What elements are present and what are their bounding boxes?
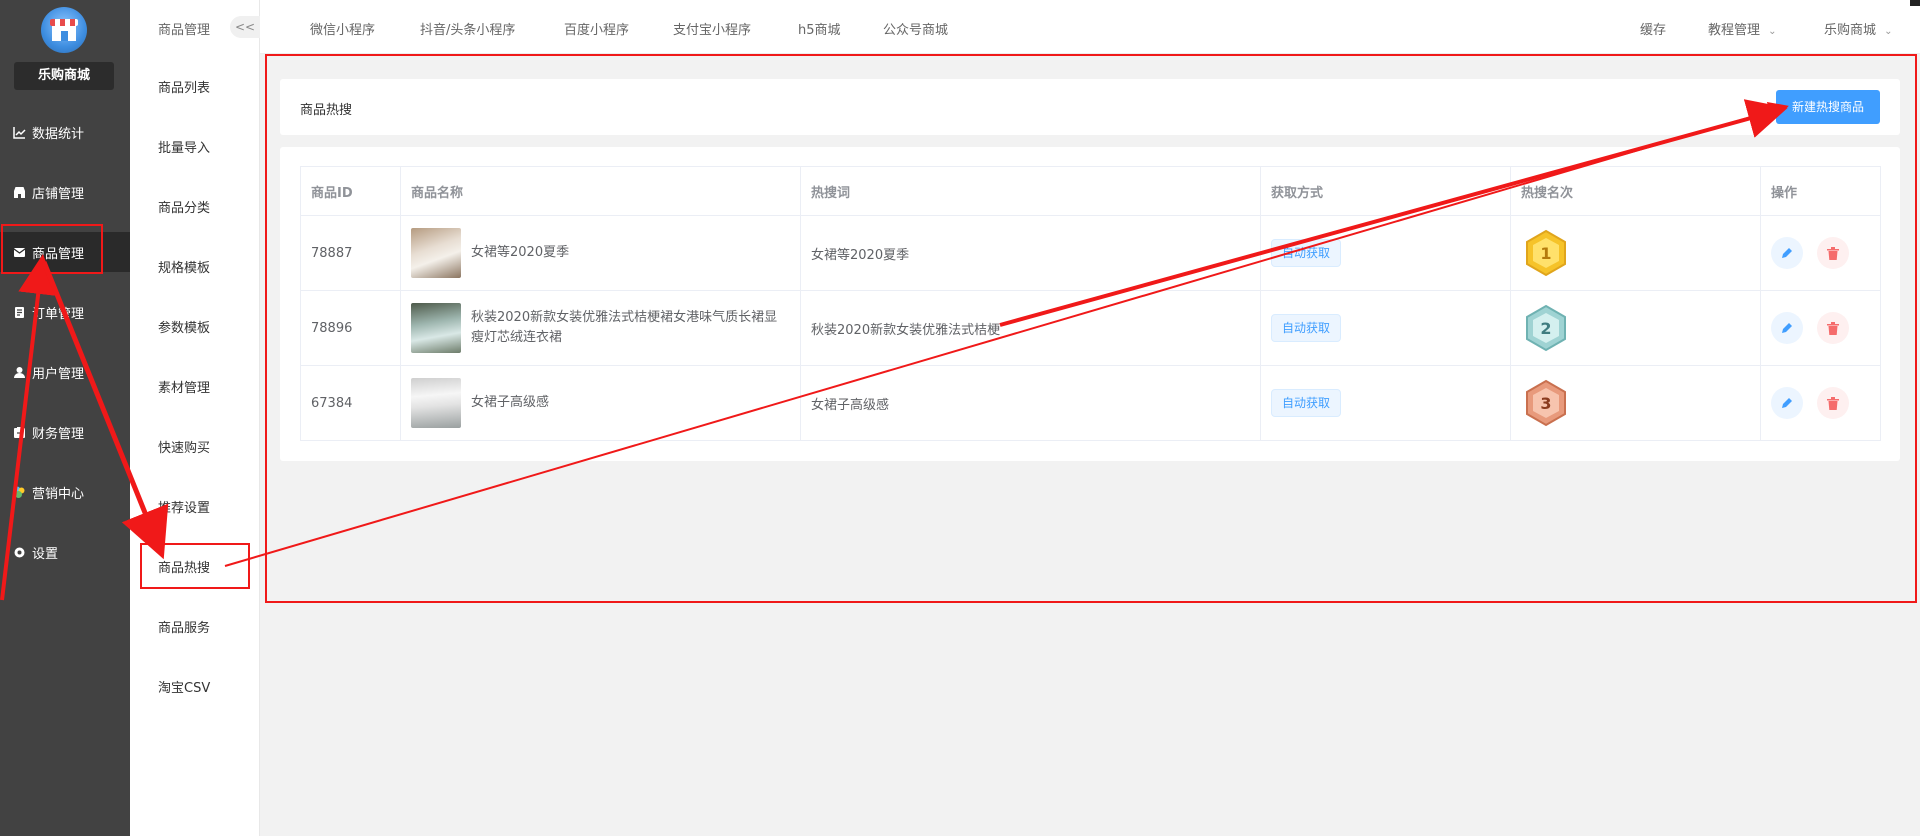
- chart-line-icon: [12, 125, 26, 139]
- tab-h5-mall[interactable]: h5商城: [798, 19, 841, 38]
- store-menu[interactable]: 乐购商城 ⌄: [1824, 19, 1893, 38]
- cache-link[interactable]: 缓存: [1640, 19, 1666, 38]
- store-logo: [41, 7, 87, 53]
- marketing-icon: [12, 485, 26, 499]
- nav-item-settings[interactable]: 设置: [0, 532, 130, 572]
- chevron-down-icon: ⌄: [1768, 26, 1777, 37]
- gear-icon: [12, 545, 26, 559]
- sub-sidebar-title: 商品管理: [158, 23, 211, 38]
- top-bar: 微信小程序 抖音/头条小程序 百度小程序 支付宝小程序 h5商城 公众号商城 缓…: [260, 0, 1920, 54]
- annotation-box-content: [265, 54, 1917, 603]
- tutorial-menu-label: 教程管理: [1708, 23, 1761, 38]
- sub-sidebar: 商品管理 << 商品列表 批量导入 商品分类 规格模板 参数模板 素材管理 快速…: [130, 0, 260, 836]
- shop-icon: [12, 185, 26, 199]
- nav-item-label: 设置: [32, 546, 59, 562]
- sub-item-recommend[interactable]: 推荐设置: [130, 489, 260, 529]
- finance-icon: [12, 425, 26, 439]
- sub-item-quick-buy[interactable]: 快速购买: [130, 429, 260, 469]
- corner-mark: [1910, 0, 1920, 6]
- sub-item-material[interactable]: 素材管理: [130, 369, 260, 409]
- annotation-box-goods-nav: [1, 224, 103, 274]
- nav-item-finance[interactable]: 财务管理: [0, 412, 130, 452]
- annotation-box-hot-search: [140, 543, 250, 589]
- tab-official-account[interactable]: 公众号商城: [883, 19, 948, 38]
- order-list-icon: [12, 305, 26, 319]
- nav-item-data-stats[interactable]: 数据统计: [0, 112, 130, 152]
- sub-item-param-template[interactable]: 参数模板: [130, 309, 260, 349]
- nav-item-users[interactable]: 用户管理: [0, 352, 130, 392]
- sub-item-spec-template[interactable]: 规格模板: [130, 249, 260, 289]
- tab-wechat-mini[interactable]: 微信小程序: [310, 19, 375, 38]
- nav-item-label: 营销中心: [32, 486, 85, 502]
- store-menu-label: 乐购商城: [1824, 23, 1877, 38]
- nav-item-label: 用户管理: [32, 366, 85, 382]
- nav-item-label: 数据统计: [32, 126, 85, 142]
- sub-item-batch-import[interactable]: 批量导入: [130, 129, 260, 169]
- nav-item-orders[interactable]: 订单管理: [0, 292, 130, 332]
- tab-alipay-mini[interactable]: 支付宝小程序: [673, 19, 751, 38]
- user-icon: [12, 365, 26, 379]
- nav-item-label: 订单管理: [32, 306, 85, 322]
- sub-item-goods-list[interactable]: 商品列表: [130, 69, 260, 109]
- collapse-button[interactable]: <<: [230, 16, 260, 38]
- tab-douyin-mini[interactable]: 抖音/头条小程序: [420, 19, 515, 38]
- sub-item-goods-category[interactable]: 商品分类: [130, 189, 260, 229]
- chevron-down-icon: ⌄: [1884, 26, 1893, 37]
- nav-item-marketing[interactable]: 营销中心: [0, 472, 130, 512]
- tutorial-menu[interactable]: 教程管理 ⌄: [1708, 19, 1777, 38]
- nav-item-shop[interactable]: 店铺管理: [0, 172, 130, 212]
- nav-item-label: 财务管理: [32, 426, 85, 442]
- main-sidebar: 乐购商城 数据统计 店铺管理 商品管理 订单管理 用户管理 财务管理 营销中心 …: [0, 0, 130, 836]
- sub-item-goods-service[interactable]: 商品服务: [130, 609, 260, 649]
- brand-name: 乐购商城: [14, 62, 114, 90]
- nav-item-label: 店铺管理: [32, 186, 85, 202]
- tab-baidu-mini[interactable]: 百度小程序: [564, 19, 629, 38]
- sub-item-taobao-csv[interactable]: 淘宝CSV: [130, 669, 260, 709]
